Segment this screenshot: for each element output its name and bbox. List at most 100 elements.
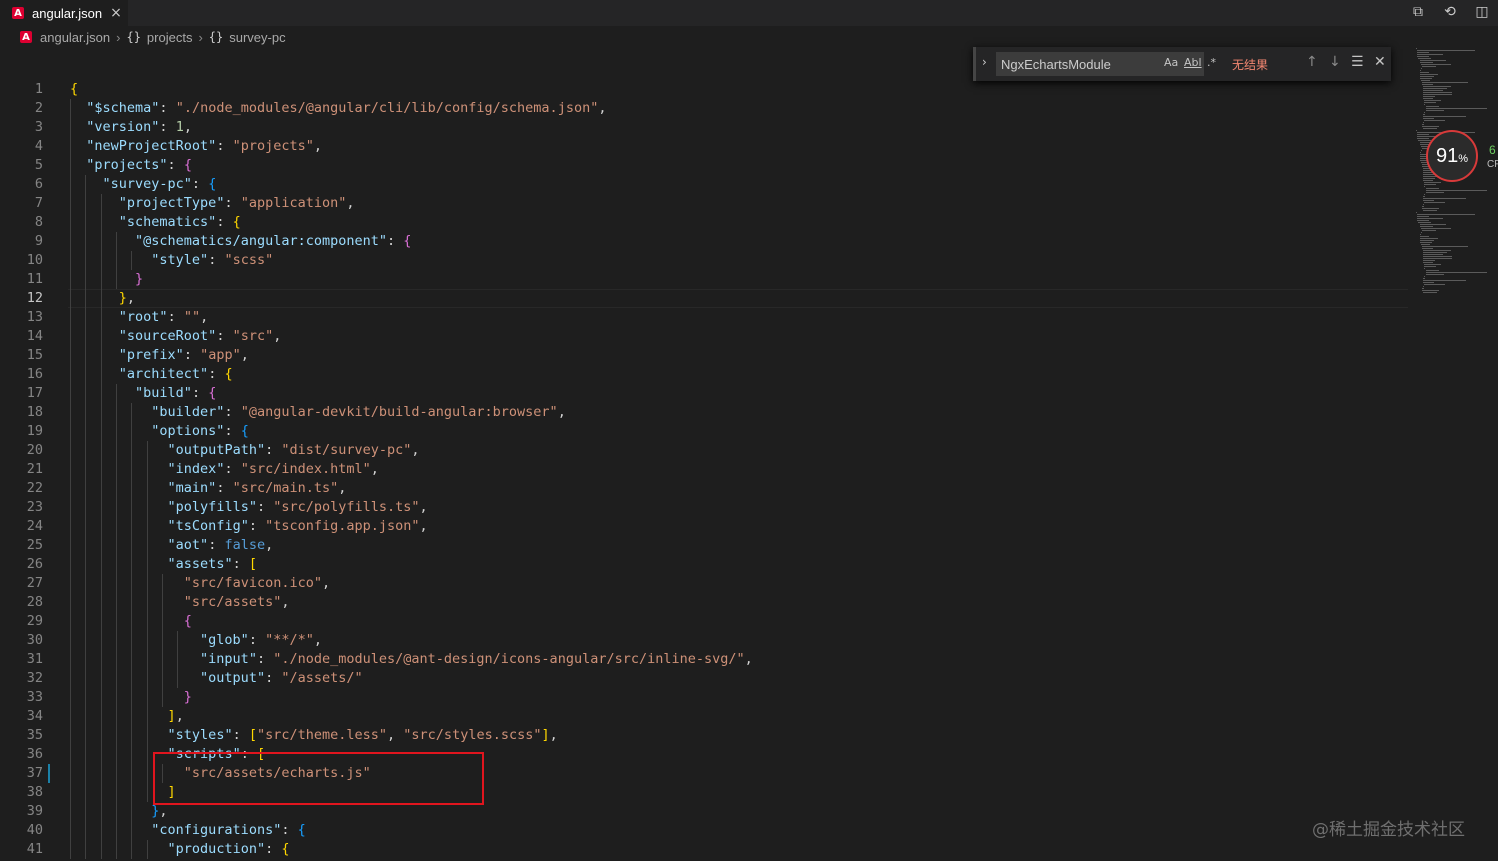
minimap-line (1422, 84, 1433, 85)
cpu-usage-unit: % (1458, 153, 1469, 165)
code-line[interactable]: 11 } (0, 270, 1410, 289)
code-line[interactable]: 18 "builder": "@angular-devkit/build-ang… (0, 403, 1410, 422)
code-line[interactable]: 26 "assets": [ (0, 555, 1410, 574)
code-line[interactable]: 39 }, (0, 802, 1410, 821)
code-line[interactable]: 24 "tsConfig": "tsconfig.app.json", (0, 517, 1410, 536)
minimap-line (1423, 204, 1425, 205)
code-line[interactable]: 35 "styles": ["src/theme.less", "src/sty… (0, 726, 1410, 745)
minimap-line (1424, 266, 1437, 267)
minimap-line (1423, 278, 1425, 279)
minimap-line (1423, 114, 1425, 115)
code-line[interactable]: 25 "aot": false, (0, 536, 1410, 555)
minimap-line (1423, 92, 1452, 93)
code-line[interactable]: 8 "schematics": { (0, 213, 1410, 232)
breadcrumb-item-projects[interactable]: projects (147, 30, 193, 45)
code-line[interactable]: 23 "polyfills": "src/polyfills.ts", (0, 498, 1410, 517)
code-line[interactable]: 32 "output": "/assets/" (0, 669, 1410, 688)
minimap[interactable] (1410, 44, 1498, 344)
code-line[interactable]: 20 "outputPath": "dist/survey-pc", (0, 441, 1410, 460)
code-line[interactable]: 34 ], (0, 707, 1410, 726)
arrow-up-icon[interactable]: ↑ (1306, 54, 1318, 70)
indent-guide (115, 232, 117, 289)
code-line[interactable]: 27 "src/favicon.ico", (0, 574, 1410, 593)
object-icon: {} (208, 30, 224, 44)
close-icon[interactable]: ✕ (1374, 54, 1386, 70)
minimap-line (1417, 138, 1429, 139)
find-in-selection-icon[interactable]: ☰ (1351, 54, 1364, 70)
code-line[interactable]: 30 "glob": "**/*", (0, 631, 1410, 650)
code-line[interactable]: 38 ] (0, 783, 1410, 802)
minimap-line (1424, 182, 1441, 183)
code-line[interactable]: 2 "$schema": "./node_modules/@angular/cl… (0, 99, 1410, 118)
code-line[interactable]: 21 "index": "src/index.html", (0, 460, 1410, 479)
whole-word-toggle[interactable]: Abl (1184, 56, 1202, 69)
minimap-line (1422, 206, 1424, 207)
indent-guide (131, 251, 133, 270)
code-line[interactable]: 41 "production": { (0, 840, 1410, 859)
minimap-line (1422, 288, 1424, 289)
expand-replace-icon[interactable]: › (982, 55, 987, 69)
minimap-line (1423, 200, 1434, 201)
code-text: "outputPath": "dist/survey-pc", (167, 442, 420, 458)
minimap-line (1423, 196, 1425, 197)
code-line[interactable]: 5 "projects": { (0, 156, 1410, 175)
minimap-line (1417, 52, 1429, 53)
code-line[interactable]: 3 "version": 1, (0, 118, 1410, 137)
breadcrumb-item-survey-pc[interactable]: survey-pc (229, 30, 285, 45)
tab-angular-json[interactable]: A angular.json × (0, 0, 128, 26)
code-text: "scripts": [ (167, 746, 266, 762)
code-line[interactable]: 16 "architect": { (0, 365, 1410, 384)
minimap-line (1424, 284, 1446, 285)
split-editor-icon[interactable]: ◫ (1471, 1, 1493, 23)
code-line[interactable]: 6 "survey-pc": { (0, 175, 1410, 194)
match-case-toggle[interactable]: Aa (1164, 56, 1178, 69)
history-icon[interactable]: ⟲ (1439, 1, 1461, 23)
minimap-line (1423, 282, 1434, 283)
code-line[interactable]: 33 } (0, 688, 1410, 707)
regex-toggle[interactable]: .* (1207, 56, 1216, 69)
code-line[interactable]: 13 "root": "", (0, 308, 1410, 327)
line-number: 20 (26, 442, 43, 458)
code-line[interactable]: 31 "input": "./node_modules/@ant-design/… (0, 650, 1410, 669)
line-number: 6 (34, 176, 43, 192)
line-number: 8 (34, 214, 43, 230)
code-line[interactable]: 17 "build": { (0, 384, 1410, 403)
code-line[interactable]: 10 "style": "scss" (0, 251, 1410, 270)
code-editor[interactable]: 1{2 "$schema": "./node_modules/@angular/… (0, 80, 1410, 861)
indent-guide (100, 194, 102, 859)
code-line[interactable]: 22 "main": "src/main.ts", (0, 479, 1410, 498)
code-line[interactable]: 37 "src/assets/echarts.js" (0, 764, 1410, 783)
minimap-line (1418, 140, 1431, 141)
code-line[interactable]: 19 "options": { (0, 422, 1410, 441)
line-number: 21 (26, 461, 43, 477)
code-line[interactable]: 40 "configurations": { (0, 821, 1410, 840)
breadcrumb-item-file[interactable]: angular.json (40, 30, 110, 45)
line-number: 35 (26, 727, 43, 743)
close-icon[interactable]: × (110, 5, 122, 21)
cpu-usage-gauge: 91 % (1426, 130, 1478, 182)
code-line[interactable]: 4 "newProjectRoot": "projects", (0, 137, 1410, 156)
indent-guide (161, 764, 163, 783)
indent-guide (146, 441, 148, 802)
code-line[interactable]: 14 "sourceRoot": "src", (0, 327, 1410, 346)
line-number: 7 (34, 195, 43, 211)
compare-changes-icon[interactable]: ⧉ (1407, 1, 1429, 23)
minimap-line (1424, 184, 1437, 185)
minimap-line (1419, 70, 1422, 71)
code-line[interactable]: 1{ (0, 80, 1410, 99)
minimap-line (1423, 210, 1437, 211)
line-number: 12 (26, 290, 43, 306)
code-line[interactable]: 9 "@schematics/angular:component": { (0, 232, 1410, 251)
code-line[interactable]: 15 "prefix": "app", (0, 346, 1410, 365)
code-line[interactable]: 7 "projectType": "application", (0, 194, 1410, 213)
code-line[interactable]: 28 "src/assets", (0, 593, 1410, 612)
minimap-line (1417, 220, 1429, 221)
code-line[interactable]: 29 { (0, 612, 1410, 631)
minimap-line (1419, 224, 1446, 225)
line-number: 9 (34, 233, 43, 249)
code-line[interactable]: 12 }, (0, 289, 1410, 308)
indent-guide (85, 175, 87, 859)
arrow-down-icon[interactable]: ↓ (1329, 54, 1341, 70)
code-line[interactable]: 36 "scripts": [ (0, 745, 1410, 764)
line-number: 25 (26, 537, 43, 553)
